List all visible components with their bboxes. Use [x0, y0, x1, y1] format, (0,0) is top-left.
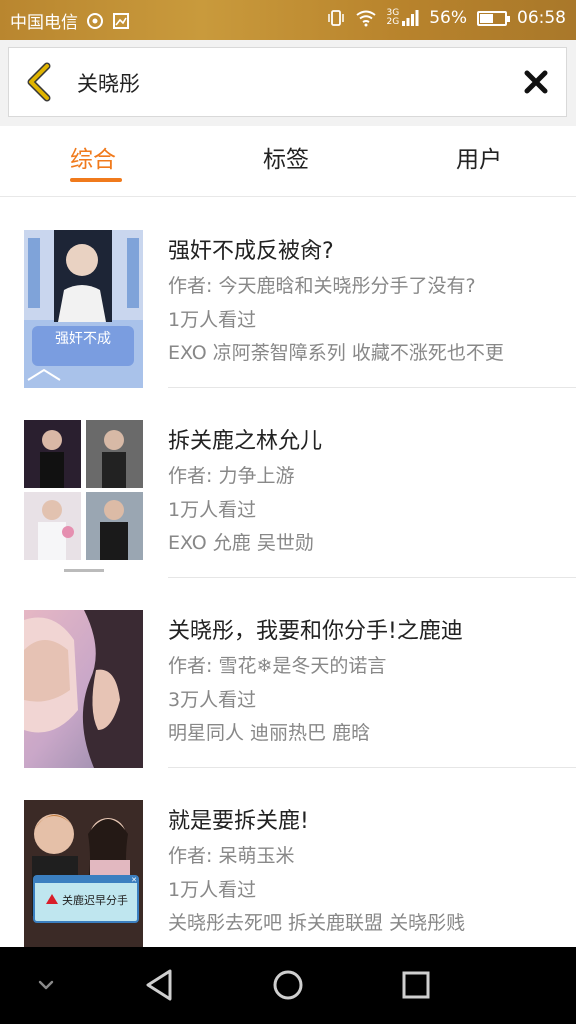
list-item[interactable]: ✕ 关鹿迟早分手 就是要拆关鹿! 作者: 呆萌玉米 1万人看过 关晓彤去死吧 拆…	[0, 767, 576, 947]
tab-comprehensive[interactable]: 综合	[70, 140, 116, 174]
battery-icon	[477, 10, 510, 26]
cover-text: 强奸不成	[55, 331, 111, 347]
story-title: 拆关鹿之林允儿	[168, 429, 323, 454]
search-header: 关晓彤	[0, 40, 576, 126]
cover-text: 关鹿迟早分手	[62, 893, 128, 907]
carrier-label: 中国电信	[10, 13, 78, 33]
vibrate-icon	[327, 10, 344, 26]
book-cover-image: 强奸不成	[24, 230, 143, 388]
signal-icon	[402, 10, 419, 26]
story-tags: EXO 凉阿荼智障系列 收藏不涨死也不更	[168, 342, 504, 364]
story-views: 1万人看过	[168, 309, 257, 331]
results-list[interactable]: 强奸不成 强奸不成反被肏? 作者: 今天鹿晗和关晓彤分手了没有? 1万人看过 E…	[0, 197, 576, 947]
chevron-down-icon[interactable]	[28, 965, 64, 1005]
story-tags: EXO 允鹿 吴世勋	[168, 532, 314, 554]
network-type-label: 3G 2G	[386, 8, 400, 27]
tab-tags[interactable]: 标签	[263, 140, 309, 174]
status-bar: 中国电信 3G 2G 56% 06:58	[0, 0, 576, 40]
story-title: 关晓彤，我要和你分手!之鹿迪	[168, 619, 463, 644]
close-icon[interactable]	[522, 68, 550, 96]
story-author: 作者: 呆萌玉米	[168, 845, 295, 867]
list-item[interactable]: 强奸不成 强奸不成反被肏? 作者: 今天鹿晗和关晓彤分手了没有? 1万人看过 E…	[0, 197, 576, 388]
story-tags: 关晓彤去死吧 拆关鹿联盟 关晓彤贱	[168, 912, 466, 934]
story-title: 就是要拆关鹿!	[168, 809, 309, 834]
home-circle-icon[interactable]	[268, 965, 308, 1005]
search-box: 关晓彤	[8, 47, 567, 117]
story-author: 作者: 力争上游	[168, 465, 295, 487]
screenshot-icon	[113, 12, 129, 29]
system-nav-bar	[0, 947, 576, 1024]
battery-percent: 56%	[429, 8, 467, 28]
story-views: 1万人看过	[168, 499, 257, 521]
story-author: 作者: 雪花❄是冬天的诺言	[168, 655, 387, 677]
story-views: 1万人看过	[168, 879, 257, 901]
clock: 06:58	[517, 8, 566, 28]
tab-users[interactable]: 用户	[456, 140, 502, 174]
recents-square-icon[interactable]	[396, 965, 436, 1005]
list-item[interactable]: 拆关鹿之林允儿 作者: 力争上游 1万人看过 EXO 允鹿 吴世勋	[0, 387, 576, 578]
active-tab-indicator	[70, 178, 122, 182]
book-cover-image	[24, 610, 143, 768]
list-item[interactable]: 关晓彤，我要和你分手!之鹿迪 作者: 雪花❄是冬天的诺言 3万人看过 明星同人 …	[0, 577, 576, 768]
svg-text:✕: ✕	[131, 876, 137, 884]
search-query[interactable]: 关晓彤	[77, 68, 140, 98]
story-views: 3万人看过	[168, 689, 257, 711]
book-cover-image: ✕ 关鹿迟早分手	[24, 800, 143, 947]
story-tags: 明星同人 迪丽热巴 鹿晗	[168, 722, 371, 744]
nfc-icon	[87, 12, 103, 29]
story-author: 作者: 今天鹿晗和关晓彤分手了没有?	[168, 275, 476, 297]
result-tabs: 综合 标签 用户	[0, 126, 576, 197]
back-triangle-icon[interactable]	[140, 965, 180, 1005]
back-icon[interactable]	[21, 62, 61, 102]
book-cover-image	[24, 420, 143, 578]
wifi-icon	[355, 10, 376, 27]
story-title: 强奸不成反被肏?	[168, 239, 334, 264]
